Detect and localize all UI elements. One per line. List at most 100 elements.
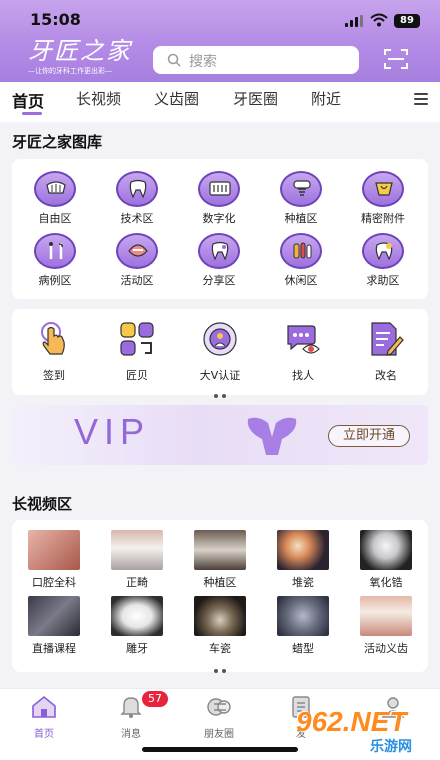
video-thumbnail — [360, 596, 412, 636]
dental-tools-icon — [49, 242, 63, 259]
gallery-item-help[interactable]: 求助区 — [348, 233, 418, 288]
gallery-item-technique[interactable]: 技术区 — [102, 171, 172, 226]
videos-card: 口腔全科 正畸 种植区 堆瓷 氧化锆 直播课程 雕牙 车瓷 蜡型 活动义齿 — [12, 520, 428, 673]
scan-icon[interactable] — [384, 48, 408, 70]
message-count-badge: 57 — [142, 691, 168, 707]
video-item[interactable]: 氧化锆 — [351, 530, 421, 590]
video-item[interactable]: 口腔全科 — [19, 530, 89, 590]
gallery-item-label: 分享区 — [202, 274, 236, 287]
home-indicator — [142, 747, 298, 752]
digital-teeth-icon — [209, 181, 231, 196]
video-item[interactable]: 活动义齿 — [351, 596, 421, 656]
video-thumbnail — [28, 596, 80, 636]
logo-title: 牙匠之家 — [28, 37, 132, 65]
video-thumbnail — [194, 530, 246, 570]
app-logo: 牙匠之家 —让你的牙科工作更出彩— — [28, 38, 140, 76]
bell-icon — [120, 697, 142, 718]
tab-home[interactable]: 首页 — [12, 88, 44, 112]
video-item[interactable]: 正畸 — [102, 530, 172, 590]
site-watermark: 962.NET 乐游网 — [296, 704, 436, 758]
gallery-item-leisure[interactable]: 休闲区 — [266, 233, 336, 288]
nav-moments[interactable]: 朋友圈 — [184, 695, 254, 740]
video-thumbnail — [277, 530, 329, 570]
battery-indicator: 89 — [394, 14, 420, 28]
video-item[interactable]: 种植区 — [185, 530, 255, 590]
verified-badge-icon — [203, 322, 237, 356]
gallery-item-cases[interactable]: 病例区 — [20, 233, 90, 288]
video-item[interactable]: 直播课程 — [19, 596, 89, 656]
watermark-number: 962.NET — [296, 706, 407, 737]
video-item[interactable]: 雕牙 — [102, 596, 172, 656]
gallery-item-digital[interactable]: 数字化 — [184, 171, 254, 226]
video-label: 氧化锆 — [369, 576, 403, 589]
vip-activate-button[interactable]: 立即开通 — [328, 425, 410, 447]
gallery-item-free[interactable]: 自由区 — [20, 171, 90, 226]
watermark-text: 乐游网 — [370, 739, 412, 755]
implant-icon — [293, 180, 311, 196]
video-label: 雕牙 — [126, 642, 148, 655]
video-label: 活动义齿 — [364, 642, 408, 655]
edit-doc-icon — [371, 322, 404, 356]
menu-icon[interactable] — [414, 93, 428, 108]
search-input[interactable]: 搜索 — [153, 46, 359, 74]
video-item[interactable]: 堆瓷 — [268, 530, 338, 590]
gallery-item-implant[interactable]: 种植区 — [266, 171, 336, 226]
gallery-item-label: 自由区 — [38, 212, 72, 225]
tool-label: 签到 — [43, 369, 65, 382]
gallery-item-label: 数字化 — [202, 212, 236, 225]
gallery-title: 牙匠之家图库 — [12, 133, 103, 151]
video-label: 车瓷 — [209, 642, 231, 655]
vip-banner[interactable]: VIP 立即开通 — [12, 405, 428, 465]
video-label: 种植区 — [203, 576, 237, 589]
vip-logo-icon — [247, 417, 297, 455]
gallery-item-precision[interactable]: 精密附件 — [348, 171, 418, 226]
video-label: 蜡型 — [292, 642, 314, 655]
video-label: 直播课程 — [32, 642, 76, 655]
video-thumbnail — [28, 530, 80, 570]
app-header: 15:08 89 牙匠之家 —让你的牙科工作更出彩— 搜索 — [0, 0, 440, 82]
gallery-item-label: 病例区 — [38, 274, 72, 287]
tab-dentist-circle[interactable]: 牙医圈 — [233, 88, 278, 109]
video-label: 堆瓷 — [292, 576, 314, 589]
nav-label: 朋友圈 — [204, 729, 234, 740]
gallery-item-activity[interactable]: 活动区 — [102, 233, 172, 288]
tab-denture-circle[interactable]: 义齿圈 — [154, 88, 199, 109]
gallery-item-label: 休闲区 — [284, 274, 318, 287]
video-item[interactable]: 车瓷 — [185, 596, 255, 656]
tools-card: 签到 匠贝 大V认证 找人 改名 — [12, 309, 428, 398]
gallery-item-share[interactable]: 分享区 — [184, 233, 254, 288]
tab-nearby[interactable]: 附近 — [311, 88, 341, 109]
tool-verify[interactable]: 大V认证 — [181, 321, 259, 383]
videos-title: 长视频区 — [12, 495, 73, 513]
gallery-card: 自由区 技术区 数字化 种植区 精密附件 病例区 活动区 分享区 休闲区 求助区 — [12, 159, 428, 299]
status-time: 15:08 — [30, 10, 81, 29]
tool-coins[interactable]: 匠贝 — [98, 321, 176, 383]
gallery-item-label: 种植区 — [284, 212, 318, 225]
video-label: 口腔全科 — [32, 576, 76, 589]
tap-hand-icon — [41, 322, 65, 355]
search-icon — [167, 53, 181, 67]
video-thumbnail — [360, 530, 412, 570]
logo-slogan: —让你的牙科工作更出彩— — [28, 67, 112, 75]
home-icon — [32, 695, 56, 718]
crown-icon — [375, 182, 393, 196]
teeth-icon — [46, 181, 66, 194]
nav-label: 消息 — [121, 729, 141, 740]
tab-long-video[interactable]: 长视频 — [76, 88, 121, 109]
video-label: 正畸 — [126, 576, 148, 589]
gallery-item-label: 技术区 — [120, 212, 154, 225]
page-dots — [12, 658, 428, 677]
tool-checkin[interactable]: 签到 — [15, 321, 93, 383]
tool-label: 改名 — [375, 369, 397, 382]
gallery-item-label: 求助区 — [366, 274, 400, 287]
video-thumbnail — [194, 596, 246, 636]
tool-find-people[interactable]: 找人 — [264, 321, 342, 383]
status-bar: 15:08 89 — [0, 10, 440, 32]
help-icon — [375, 242, 393, 261]
search-placeholder: 搜索 — [189, 54, 217, 70]
nav-home[interactable]: 首页 — [9, 695, 79, 740]
tool-label: 匠贝 — [126, 369, 148, 382]
tool-label: 大V认证 — [199, 369, 241, 382]
tool-rename[interactable]: 改名 — [347, 321, 425, 383]
video-item[interactable]: 蜡型 — [268, 596, 338, 656]
